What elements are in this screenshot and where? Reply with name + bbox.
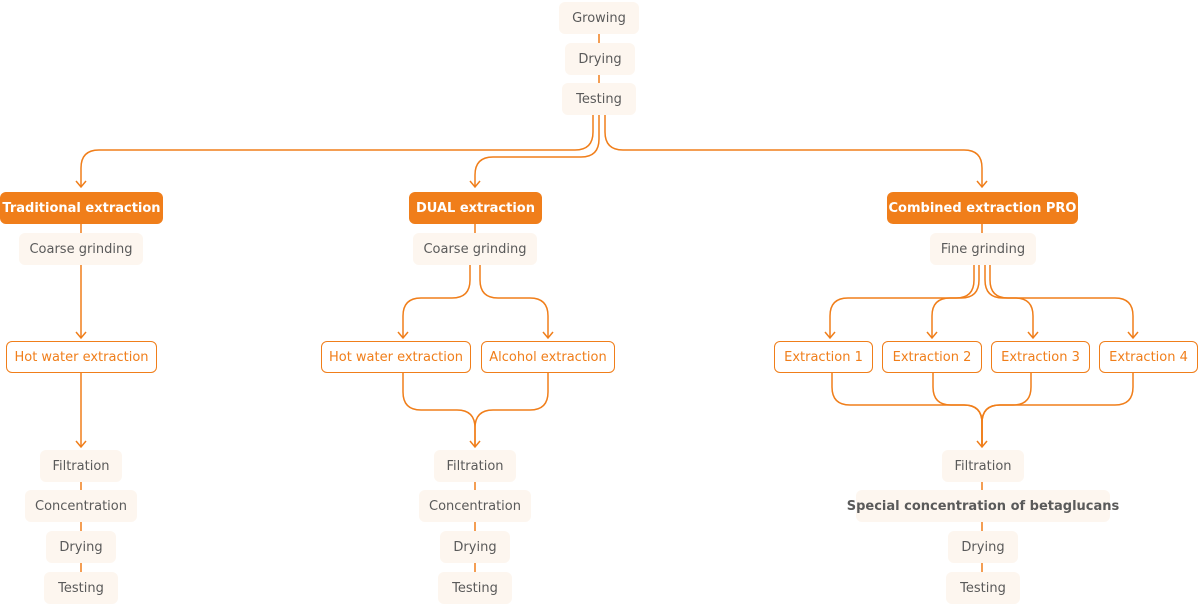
combined-grinding: Fine grinding — [930, 233, 1036, 265]
combined-extraction-2: Extraction 2 — [882, 341, 982, 373]
dual-grinding: Coarse grinding — [413, 233, 537, 265]
node-drying: Drying — [565, 43, 635, 75]
connector-curve — [479, 265, 549, 338]
connector-curve — [981, 373, 1134, 447]
connector-curve — [402, 265, 471, 338]
connector-curve — [931, 265, 980, 338]
dual-extraction-header: DUAL extraction — [409, 192, 542, 224]
combined-extraction-3: Extraction 3 — [991, 341, 1090, 373]
dual-drying: Drying — [440, 531, 510, 563]
connector-curve — [402, 373, 476, 447]
traditional-drying: Drying — [46, 531, 116, 563]
traditional-filtration: Filtration — [40, 450, 122, 482]
combined-testing: Testing — [946, 572, 1020, 604]
dual-testing: Testing — [438, 572, 512, 604]
node-testing: Testing — [562, 83, 636, 115]
traditional-extraction-header: Traditional extraction — [0, 192, 163, 224]
combined-drying: Drying — [948, 531, 1018, 563]
combined-extraction-1: Extraction 1 — [774, 341, 873, 373]
dual-alcohol-extraction: Alcohol extraction — [481, 341, 615, 373]
traditional-extraction-step: Hot water extraction — [6, 341, 157, 373]
combined-filtration: Filtration — [942, 450, 1024, 482]
connector-curve — [981, 373, 1032, 447]
connector-curve — [984, 265, 1034, 338]
connector-curve — [604, 114, 983, 187]
combined-special-concentration: Special concentration of betaglucans — [847, 490, 1119, 522]
connector-curve — [474, 373, 549, 447]
combined-extraction-header: Combined extraction PRO — [887, 192, 1078, 224]
combined-extraction-4: Extraction 4 — [1099, 341, 1198, 373]
connector-curve — [829, 265, 975, 338]
dual-filtration: Filtration — [434, 450, 516, 482]
node-growing: Growing — [559, 2, 639, 34]
dual-hot-water-extraction: Hot water extraction — [321, 341, 471, 373]
traditional-grinding: Coarse grinding — [19, 233, 143, 265]
connector-curve — [831, 373, 983, 447]
traditional-testing: Testing — [44, 572, 118, 604]
traditional-concentration: Concentration — [25, 490, 137, 522]
connector-curve — [80, 114, 594, 187]
connector-curve — [989, 265, 1134, 338]
connector-curve — [932, 373, 983, 447]
dual-concentration: Concentration — [419, 490, 531, 522]
